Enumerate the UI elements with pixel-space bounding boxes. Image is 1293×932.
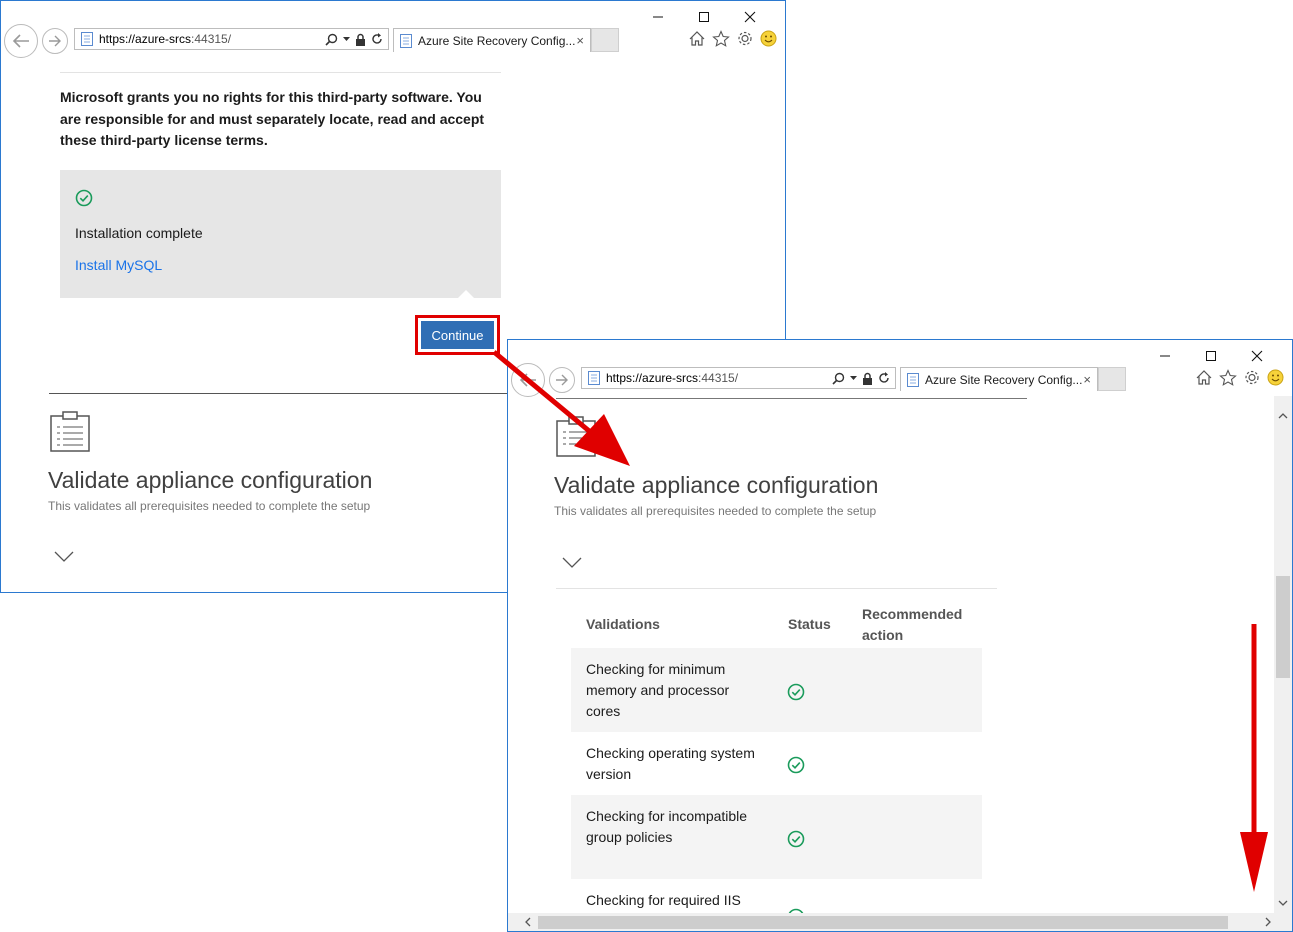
scroll-down-arrow [1240,624,1268,892]
annotation-overlay [492,350,1268,892]
diagonal-arrow [492,350,630,466]
